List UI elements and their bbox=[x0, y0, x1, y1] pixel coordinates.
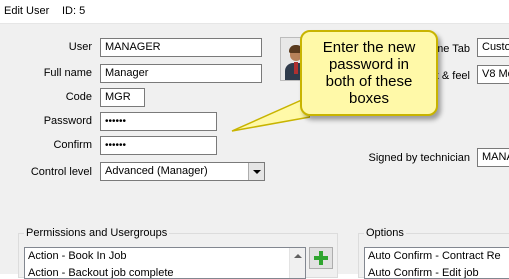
tooltip-callout: Enter the new password in both of these … bbox=[300, 30, 438, 116]
scroll-up-arrow-icon[interactable] bbox=[294, 254, 302, 258]
callout-text: Enter the new password in both of these … bbox=[322, 39, 416, 107]
permissions-group-title: Permissions and Usergroups bbox=[24, 227, 170, 239]
password-input[interactable]: •••••• bbox=[100, 112, 217, 131]
permissions-list[interactable]: Action - Book In Job Action - Backout jo… bbox=[24, 247, 306, 279]
code-label: Code bbox=[65, 91, 92, 103]
control-level-label: Control level bbox=[30, 166, 92, 178]
list-item[interactable]: Action - Book In Job bbox=[25, 248, 305, 265]
title-bar: Edit User ID: 5 bbox=[0, 0, 509, 24]
password-label: Password bbox=[43, 115, 92, 127]
look-and-feel-select[interactable]: V8 Mo bbox=[477, 65, 509, 84]
control-level-value: Advanced (Manager) bbox=[105, 165, 208, 177]
options-list[interactable]: Auto Confirm - Contract Re Auto Confirm … bbox=[364, 247, 509, 279]
options-group-title: Options bbox=[364, 227, 406, 239]
user-input[interactable]: MANAGER bbox=[100, 38, 262, 57]
confirm-password-input[interactable]: •••••• bbox=[100, 136, 217, 155]
full-name-label: Full name bbox=[43, 67, 92, 79]
chevron-down-icon[interactable] bbox=[248, 163, 264, 180]
record-id: ID: 5 bbox=[62, 5, 86, 17]
callout-pointer bbox=[231, 97, 310, 132]
user-label: User bbox=[68, 41, 92, 53]
home-tab-select[interactable]: Custo bbox=[477, 38, 509, 57]
add-permission-button[interactable] bbox=[309, 247, 333, 269]
list-item[interactable]: Auto Confirm - Contract Re bbox=[365, 248, 509, 265]
control-level-select[interactable]: Advanced (Manager) bbox=[100, 162, 265, 181]
code-input[interactable]: MGR bbox=[100, 88, 145, 107]
window-title: Edit User bbox=[4, 5, 50, 17]
signed-by-technician-select[interactable]: MANA bbox=[477, 148, 509, 167]
signed-by-technician-label: Signed by technician bbox=[368, 152, 470, 164]
list-item[interactable]: Auto Confirm - Edit job bbox=[365, 265, 509, 278]
confirm-label: Confirm bbox=[53, 139, 92, 151]
full-name-input[interactable]: Manager bbox=[100, 64, 262, 83]
list-item[interactable]: Action - Backout job complete bbox=[25, 265, 305, 278]
